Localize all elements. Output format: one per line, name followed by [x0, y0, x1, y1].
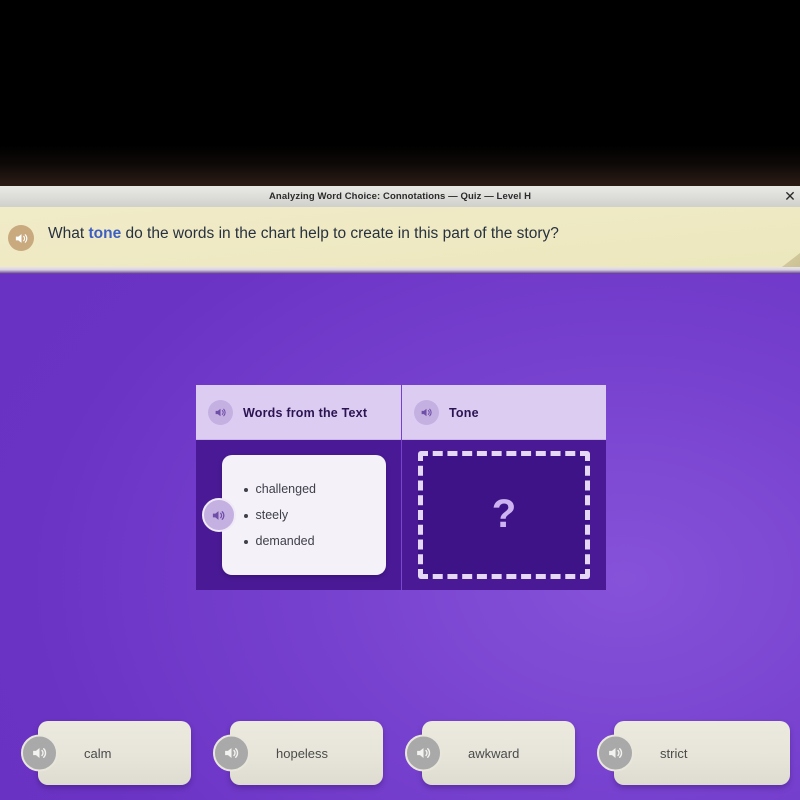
answer-option-label: strict	[660, 745, 688, 761]
screen: Analyzing Word Choice: Connotations — Qu…	[0, 0, 800, 800]
chart-header-label: Words from the Text	[243, 405, 368, 420]
speaker-icon[interactable]	[414, 400, 439, 425]
question-highlight-word: tone	[88, 225, 122, 242]
title-bar: Analyzing Word Choice: Connotations — Qu…	[0, 186, 800, 208]
answer-option-calm[interactable]: calm	[21, 721, 191, 785]
list-item: demanded	[243, 534, 386, 548]
quiz-app-window: Analyzing Word Choice: Connotations — Qu…	[0, 186, 800, 800]
chart-cell-tone: ?	[402, 440, 606, 590]
banner-bottom-edge	[0, 267, 800, 274]
list-item: steely	[243, 508, 386, 522]
tone-dropzone[interactable]: ?	[418, 451, 590, 579]
chart-header-label: Tone	[449, 405, 479, 420]
words-card: challenged steely demanded	[201, 455, 386, 575]
answer-option-hopeless[interactable]: hopeless	[213, 721, 383, 785]
quiz-stage: Words from the Text Tone challenged stee…	[0, 274, 800, 800]
letterbox-top	[0, 0, 800, 186]
speaker-icon[interactable]	[208, 400, 233, 425]
speaker-icon[interactable]	[405, 734, 442, 772]
chart-header-words: Words from the Text	[196, 385, 401, 440]
list-item: challenged	[243, 482, 386, 496]
question-prefix: What	[48, 225, 89, 242]
answer-option-label: calm	[84, 745, 112, 761]
window-title: Analyzing Word Choice: Connotations — Qu…	[268, 191, 532, 202]
question-banner: What tone do the words in the chart help…	[0, 207, 800, 270]
question-text: What tone do the words in the chart help…	[48, 221, 608, 247]
dropzone-placeholder: ?	[491, 492, 517, 536]
speaker-icon[interactable]	[8, 225, 34, 251]
word-tone-chart: Words from the Text Tone challenged stee…	[196, 385, 606, 590]
chart-cell-words: challenged steely demanded	[196, 440, 401, 590]
answer-option-awkward[interactable]: awkward	[405, 721, 575, 785]
close-icon[interactable]: ✕	[782, 188, 798, 204]
speaker-icon[interactable]	[597, 734, 634, 772]
answer-option-label: hopeless	[276, 745, 329, 761]
speaker-icon[interactable]	[201, 498, 236, 532]
speaker-icon[interactable]	[21, 734, 58, 772]
answer-option-label: awkward	[468, 745, 520, 761]
question-suffix: do the words in the chart help to create…	[121, 225, 559, 242]
answer-option-strict[interactable]: strict	[597, 721, 790, 785]
chart-header-tone: Tone	[402, 385, 606, 440]
answer-options: calm hopeless awkward strict	[0, 719, 800, 800]
speaker-icon[interactable]	[213, 734, 250, 772]
